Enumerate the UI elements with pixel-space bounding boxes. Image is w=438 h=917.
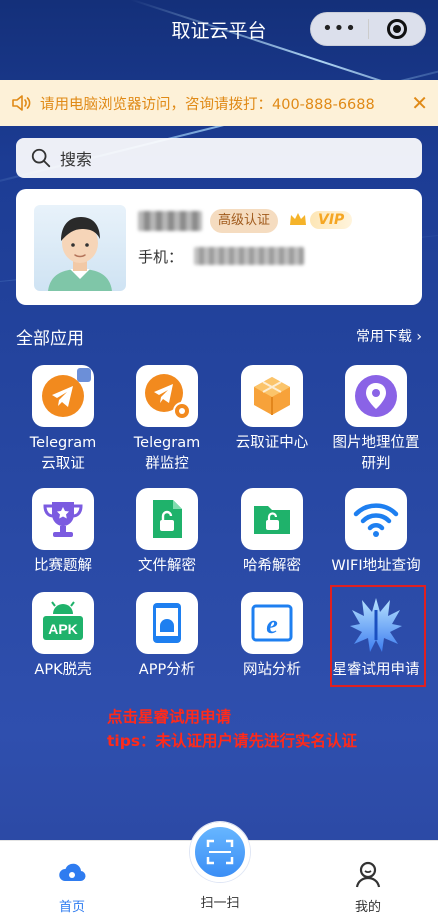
notice-text: 请用电脑浏览器访问，咨询请拨打：400-888-6688 (40, 96, 375, 113)
mini-program-capsule: ••• (310, 12, 426, 46)
app-image-geolocation[interactable]: 图片地理位置 研判 (324, 365, 428, 475)
app-label: 云取证中心 (235, 435, 309, 451)
tab-home-label: 首页 (58, 900, 85, 915)
android-phone-icon (136, 592, 198, 654)
title-bar: 取证云平台 ••• (0, 0, 438, 60)
certification-badge: 高级认证 (210, 209, 279, 233)
search-input[interactable]: 搜索 (16, 138, 422, 178)
app-label: 图片地理位置 (332, 435, 420, 451)
search-placeholder: 搜索 (60, 150, 93, 169)
close-mini-program-button[interactable] (369, 19, 425, 39)
cube-icon (241, 365, 303, 427)
app-app-analysis[interactable]: APP分析 (115, 592, 219, 681)
svg-text:e: e (266, 610, 278, 639)
folder-unlock-icon (241, 488, 303, 550)
apk-icon: APK (32, 592, 94, 654)
app-label: 研判 (361, 456, 391, 472)
app-label: 网站分析 (243, 662, 301, 678)
app-label: 文件解密 (138, 558, 196, 574)
crown-icon (290, 213, 306, 225)
app-cloud-forensics-center[interactable]: 云取证中心 (220, 365, 324, 454)
speaker-icon (12, 95, 31, 111)
app-label: WIFI地址查询 (331, 558, 421, 574)
target-icon (386, 19, 407, 39)
app-apk-unpack[interactable]: APK APK脱壳 (11, 592, 115, 681)
all-apps-heading: 全部应用 (16, 329, 84, 349)
highlight-box (330, 585, 426, 687)
scan-button[interactable] (190, 822, 250, 882)
app-label: APK脱壳 (34, 662, 92, 678)
phone-number-redacted (194, 247, 304, 265)
wifi-icon (345, 488, 407, 550)
search-icon (31, 148, 51, 168)
telegram-eye-icon (136, 365, 198, 427)
common-downloads-link[interactable]: 常用下载 › (356, 326, 422, 346)
notice-close-button[interactable]: ✕ (404, 91, 428, 115)
file-unlock-icon (136, 488, 198, 550)
tab-mine-label: 我的 (354, 900, 381, 915)
tab-home[interactable]: 首页 (22, 841, 122, 915)
phone-label: 手机： (138, 248, 184, 266)
notice-bar: 请用电脑浏览器访问，咨询请拨打：400-888-6688 ✕ (0, 80, 438, 126)
app-label: Telegram (133, 435, 201, 451)
app-file-decrypt[interactable]: 文件解密 (115, 488, 219, 577)
telegram-icon (32, 365, 94, 427)
app-label: 比赛题解 (34, 558, 92, 574)
trophy-icon (32, 488, 94, 550)
app-wifi-address-lookup[interactable]: WIFI地址查询 (324, 488, 428, 577)
instruction-line-1: 点击星睿试用申请 (107, 708, 232, 726)
home-cloud-icon (59, 863, 86, 882)
scan-icon (206, 839, 234, 865)
profile-card[interactable]: 高级认证 VIP 手机： (16, 189, 422, 305)
more-menu-button[interactable]: ••• (311, 12, 368, 46)
app-hash-decrypt[interactable]: 哈希解密 (220, 488, 324, 577)
tab-mine[interactable]: 我的 (318, 841, 418, 915)
app-label: 哈希解密 (243, 558, 301, 574)
app-label: APP分析 (138, 662, 196, 678)
app-telegram-cloud-forensics[interactable]: Telegram 云取证 (11, 365, 115, 475)
user-avatar-icon (48, 217, 112, 291)
app-contest-solutions[interactable]: 比赛题解 (11, 488, 115, 577)
app-website-analysis[interactable]: e 网站分析 (220, 592, 324, 681)
app-label: 云取证 (41, 456, 85, 472)
vip-badge: VIP (288, 207, 353, 233)
app-label: 群监控 (145, 456, 189, 472)
svg-text:APK: APK (48, 621, 78, 637)
user-icon (355, 861, 381, 888)
instruction-line-2: tips：未认证用户请先进行实名认证 (107, 732, 358, 750)
lock-icon (77, 368, 91, 382)
avatar (34, 205, 126, 291)
vip-label: VIP (310, 211, 353, 229)
app-telegram-group-monitor[interactable]: Telegram 群监控 (115, 365, 219, 475)
browser-icon: e (241, 592, 303, 654)
location-pin-icon (345, 365, 407, 427)
app-label: Telegram (29, 435, 97, 451)
tab-scan-label: 扫一扫 (200, 896, 240, 911)
user-name-redacted (138, 211, 202, 231)
